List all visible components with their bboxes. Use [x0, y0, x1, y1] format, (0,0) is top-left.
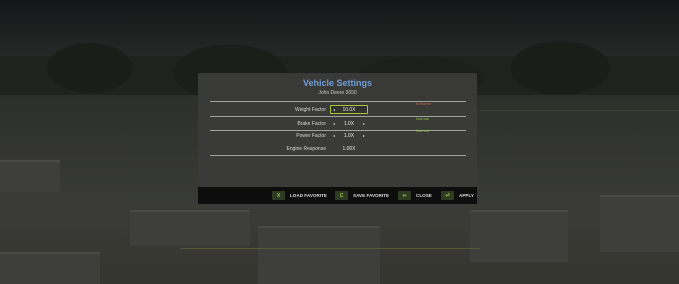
enter-icon: ⏎ — [441, 191, 454, 200]
setting-row-engine: Engine Response 1.00X — [198, 144, 477, 154]
power-factor-stepper[interactable]: ◂ 1.0X ▸ — [330, 131, 368, 140]
weight-factor-stepper[interactable]: ◂ 10.0X — [330, 105, 368, 114]
button-label: LOAD FAVORITE — [290, 193, 327, 198]
brake-factor-stepper[interactable]: ◂ 1.0X ▸ — [330, 119, 368, 128]
road-line — [480, 110, 679, 111]
setting-label: Weight Factor — [294, 107, 326, 113]
road-line — [180, 248, 480, 249]
status-badge: Extreme — [416, 101, 431, 106]
button-label: SAVE FAVORITE — [353, 193, 390, 198]
concrete-block — [0, 252, 100, 284]
action-bar: X LOAD FAVORITE C SAVE FAVORITE ⇐ CLOSE … — [198, 187, 477, 204]
setting-row-power: Power Factor ◂ 1.0X ▸ Normal — [198, 128, 477, 141]
setting-value: 1.0X — [343, 133, 355, 139]
concrete-block — [470, 210, 568, 262]
setting-value: 1.00X — [342, 146, 356, 152]
save-favorite-button[interactable]: C SAVE FAVORITE — [335, 191, 389, 200]
vehicle-settings-dialog: Vehicle Settings John Deere 3650 Weight … — [198, 73, 477, 188]
vehicle-name: John Deere 3650 — [318, 90, 357, 96]
divider — [210, 155, 466, 156]
key-hint: X — [272, 191, 285, 200]
setting-value: 10.0X — [342, 107, 356, 113]
setting-label: Brake Factor — [297, 121, 326, 127]
back-icon: ⇐ — [398, 191, 411, 200]
dialog-title: Vehicle Settings — [302, 78, 373, 88]
button-label: APPLY — [459, 193, 474, 198]
key-hint: C — [335, 191, 348, 200]
setting-label: Engine Response — [286, 146, 326, 152]
apply-button[interactable]: ⏎ APPLY — [441, 191, 474, 200]
concrete-block — [258, 226, 380, 284]
setting-row-weight: Weight Factor ◂ 10.0X Extreme — [198, 101, 477, 115]
arrow-right-icon[interactable]: ▸ — [363, 121, 365, 126]
concrete-block — [0, 160, 60, 192]
status-badge: Normal — [416, 128, 429, 133]
status-badge: Normal — [416, 116, 429, 121]
setting-row-brake: Brake Factor ◂ 1.0X ▸ Normal — [198, 116, 477, 129]
concrete-block — [130, 210, 250, 246]
setting-value: 1.0X — [343, 121, 355, 127]
load-favorite-button[interactable]: X LOAD FAVORITE — [272, 191, 327, 200]
concrete-block — [600, 195, 679, 252]
close-button[interactable]: ⇐ CLOSE — [398, 191, 432, 200]
engine-response-stepper[interactable]: 1.00X — [330, 144, 368, 153]
button-label: CLOSE — [416, 193, 432, 198]
setting-label: Power Factor — [296, 133, 326, 139]
arrow-right-icon[interactable]: ▸ — [363, 133, 365, 138]
